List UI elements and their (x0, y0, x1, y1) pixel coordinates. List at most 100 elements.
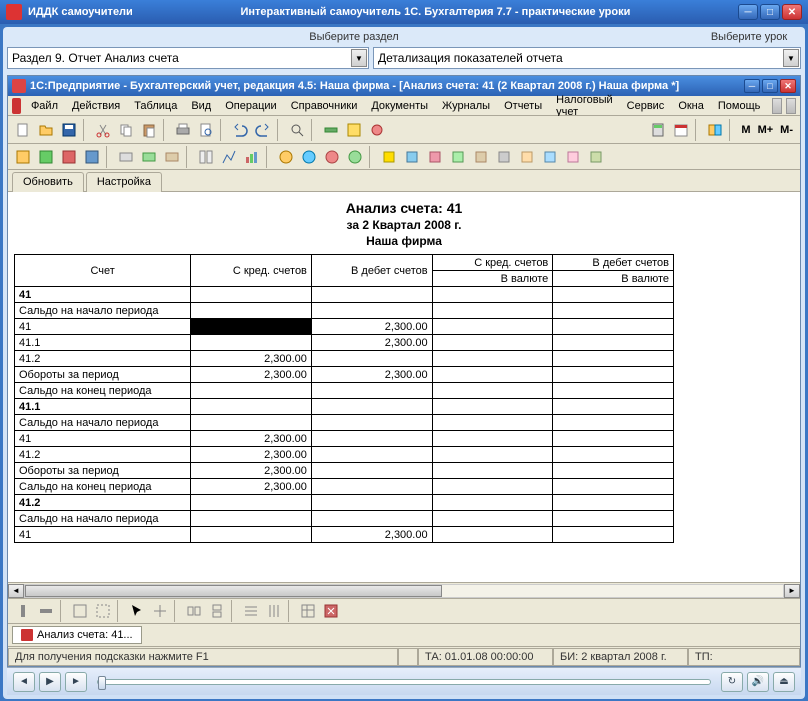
t3-icon[interactable] (240, 600, 262, 622)
t3-icon[interactable] (35, 600, 57, 622)
t3-icon[interactable] (69, 600, 91, 622)
window-tab[interactable]: Анализ счета: 41... (12, 626, 142, 644)
t2-icon[interactable] (447, 146, 469, 168)
t2-icon[interactable] (218, 146, 240, 168)
m-button[interactable]: M (738, 124, 753, 136)
t2-icon[interactable] (516, 146, 538, 168)
new-icon[interactable] (12, 119, 34, 141)
menu-operations[interactable]: Операции (219, 98, 282, 114)
player-thumb[interactable] (98, 676, 106, 690)
copy-icon[interactable] (115, 119, 137, 141)
menu-directories[interactable]: Справочники (285, 98, 364, 114)
t2-icon[interactable] (12, 146, 34, 168)
menu-actions[interactable]: Действия (66, 98, 126, 114)
player-next-button[interactable]: ► (65, 672, 87, 692)
t2-icon[interactable] (35, 146, 57, 168)
t2-icon[interactable] (562, 146, 584, 168)
t2-icon[interactable] (275, 146, 297, 168)
menu-reports[interactable]: Отчеты (498, 98, 548, 114)
scroll-right-icon[interactable]: ► (784, 584, 800, 598)
table-row[interactable]: 412,300.00 (15, 431, 674, 447)
t3-icon[interactable] (183, 600, 205, 622)
tool-icon[interactable] (343, 119, 365, 141)
t2-icon[interactable] (161, 146, 183, 168)
t3-icon[interactable] (263, 600, 285, 622)
player-repeat-button[interactable]: ↻ (721, 672, 743, 692)
table-row[interactable]: 41.22,300.00 (15, 447, 674, 463)
table-row[interactable]: Обороты за период2,300.00 (15, 463, 674, 479)
minimize-button[interactable]: ─ (738, 4, 758, 20)
inner-maximize-button[interactable]: □ (762, 79, 778, 93)
table-row[interactable]: Обороты за период2,300.002,300.00 (15, 367, 674, 383)
undo-icon[interactable] (229, 119, 251, 141)
m-minus-button[interactable]: M- (777, 124, 796, 136)
report-table[interactable]: Счет С кред. счетов В дебет счетов С кре… (8, 254, 800, 582)
horizontal-scrollbar[interactable]: ◄ ► (8, 582, 800, 598)
inner-minimize-button[interactable]: ─ (744, 79, 760, 93)
save-icon[interactable] (58, 119, 80, 141)
table-row[interactable]: 41.2 (15, 495, 674, 511)
menu-documents[interactable]: Документы (365, 98, 434, 114)
t3-icon[interactable] (149, 600, 171, 622)
mdi-close-icon[interactable] (786, 98, 796, 114)
calendar-icon[interactable] (670, 119, 692, 141)
table-row[interactable]: 41.12,300.00 (15, 335, 674, 351)
pointer-icon[interactable] (126, 600, 148, 622)
menu-view[interactable]: Вид (185, 98, 217, 114)
table-row[interactable]: 41.22,300.00 (15, 351, 674, 367)
open-icon[interactable] (35, 119, 57, 141)
t3-icon[interactable] (206, 600, 228, 622)
lesson-select[interactable]: Детализация показателей отчета ▼ (373, 47, 801, 69)
scroll-left-icon[interactable]: ◄ (8, 584, 24, 598)
t3-icon[interactable] (12, 600, 34, 622)
paste-icon[interactable] (138, 119, 160, 141)
t2-icon[interactable] (321, 146, 343, 168)
maximize-button[interactable]: □ (760, 4, 780, 20)
table-row[interactable]: Сальдо на конец периода (15, 383, 674, 399)
tab-refresh[interactable]: Обновить (12, 172, 84, 192)
tool-icon[interactable] (320, 119, 342, 141)
scroll-track[interactable] (24, 584, 784, 598)
t2-icon[interactable] (539, 146, 561, 168)
menu-table[interactable]: Таблица (128, 98, 183, 114)
t2-icon[interactable] (195, 146, 217, 168)
table-row[interactable]: 41.1 (15, 399, 674, 415)
chevron-down-icon[interactable]: ▼ (351, 49, 367, 67)
t2-icon[interactable] (344, 146, 366, 168)
player-slider[interactable] (97, 679, 711, 685)
menu-service[interactable]: Сервис (621, 98, 671, 114)
help-icon[interactable] (704, 119, 726, 141)
m-plus-button[interactable]: M+ (755, 124, 777, 136)
t2-icon[interactable] (81, 146, 103, 168)
t2-icon[interactable] (470, 146, 492, 168)
t2-icon[interactable] (493, 146, 515, 168)
table-row[interactable]: Сальдо на конец периода2,300.00 (15, 479, 674, 495)
table-row[interactable]: 412,300.002,300.00 (15, 319, 674, 335)
table-row[interactable]: Сальдо на начало периода (15, 415, 674, 431)
find-icon[interactable] (286, 119, 308, 141)
t2-icon[interactable] (138, 146, 160, 168)
section-select[interactable]: Раздел 9. Отчет Анализ счета ▼ (7, 47, 369, 69)
menu-help[interactable]: Помощь (712, 98, 767, 114)
cut-icon[interactable] (92, 119, 114, 141)
table-row[interactable]: 412,300.00 (15, 527, 674, 543)
table-row[interactable]: Сальдо на начало периода (15, 511, 674, 527)
inner-close-button[interactable]: ✕ (780, 79, 796, 93)
t2-icon[interactable] (424, 146, 446, 168)
table-row[interactable]: 41 (15, 287, 674, 303)
tab-settings[interactable]: Настройка (86, 172, 162, 192)
menu-file[interactable]: Файл (25, 98, 64, 114)
t2-icon[interactable] (115, 146, 137, 168)
mdi-restore-icon[interactable] (772, 98, 782, 114)
t3-icon[interactable] (297, 600, 319, 622)
t2-icon[interactable] (401, 146, 423, 168)
t2-icon[interactable] (585, 146, 607, 168)
calculator-icon[interactable] (647, 119, 669, 141)
scroll-thumb[interactable] (25, 585, 442, 597)
menu-windows[interactable]: Окна (672, 98, 710, 114)
t2-icon[interactable] (378, 146, 400, 168)
redo-icon[interactable] (252, 119, 274, 141)
player-play-button[interactable]: ▶ (39, 672, 61, 692)
player-stop-button[interactable]: ⏏ (773, 672, 795, 692)
menu-journals[interactable]: Журналы (436, 98, 496, 114)
